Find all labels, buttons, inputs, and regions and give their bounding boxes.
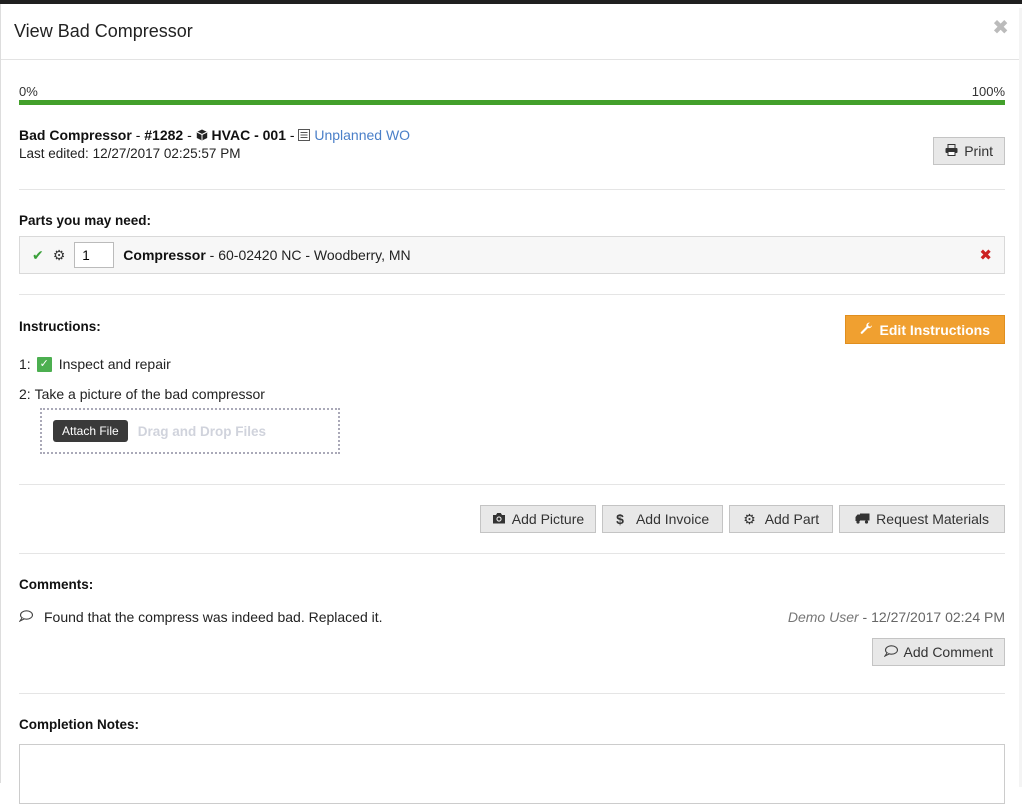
progress-labels: 0% 100% <box>19 80 1005 100</box>
edit-instructions-button[interactable]: Edit Instructions <box>844 315 1005 344</box>
request-materials-button[interactable]: Request Materials <box>839 505 1005 533</box>
wrench-icon <box>860 322 873 338</box>
close-icon[interactable]: ✖ <box>992 18 1009 38</box>
add-picture-button[interactable]: Add Picture <box>479 505 597 533</box>
add-invoice-button[interactable]: $ Add Invoice <box>602 505 724 533</box>
completion-notes-textarea[interactable] <box>19 744 1005 804</box>
comments-label: Comments: <box>19 577 94 592</box>
step-text: Take a picture of the bad compressor <box>34 386 265 402</box>
gear-icon: ⚙ <box>743 510 756 527</box>
parts-label: Parts you may need: <box>19 213 152 228</box>
add-part-button[interactable]: ⚙ Add Part <box>729 505 834 533</box>
progress-bar-fill <box>19 100 1005 105</box>
divider <box>19 484 1005 485</box>
print-icon <box>945 143 958 159</box>
drop-zone-text: Drag and Drop Files <box>137 423 266 439</box>
progress-bar <box>19 100 1005 105</box>
instructions-header: Instructions: Edit Instructions <box>19 315 1005 344</box>
comment-timestamp: 12/27/2017 02:24 PM <box>871 609 1005 625</box>
list-icon <box>298 127 314 143</box>
last-edited: Last edited: 12/27/2017 02:25:57 PM <box>19 146 241 161</box>
gear-icon[interactable]: ⚙ <box>53 247 66 264</box>
add-comment-button[interactable]: Add Comment <box>871 638 1005 666</box>
truck-icon <box>855 511 870 527</box>
modal-body: 0% 100% Bad Compressor - #1282 - HVAC - … <box>18 60 1005 804</box>
dollar-icon: $ <box>616 511 624 527</box>
completion-notes-label: Completion Notes: <box>19 717 139 732</box>
action-buttons: Add Picture $ Add Invoice ⚙ Add Part Req… <box>19 505 1005 533</box>
instruction-step: 2: Take a picture of the bad compressor <box>19 386 265 402</box>
comment-icon <box>18 609 34 625</box>
modal-header: View Bad Compressor ✖ <box>1 4 1022 60</box>
comment-meta: Demo User - 12/27/2017 02:24 PM <box>787 609 1005 625</box>
remove-icon[interactable]: ✖ <box>979 246 992 264</box>
comment-item: Found that the compress was indeed bad. … <box>18 606 1005 628</box>
divider <box>19 553 1005 554</box>
camera-icon <box>492 511 506 527</box>
part-name: Compressor - 60-02420 NC - Woodberry, MN <box>123 247 411 263</box>
cube-icon <box>196 127 212 143</box>
part-quantity-input[interactable] <box>74 242 115 268</box>
divider <box>19 294 1005 295</box>
part-row: ✔ ⚙ Compressor - 60-02420 NC - Woodberry… <box>19 236 1005 274</box>
divider <box>19 189 1005 190</box>
divider <box>19 693 1005 694</box>
work-order-name: Bad Compressor <box>19 127 132 143</box>
asset-name[interactable]: HVAC - 001 <box>212 127 286 143</box>
instruction-step: 1: ✓ Inspect and repair <box>19 356 171 372</box>
work-order-number: #1282 <box>144 127 184 143</box>
step-text: Inspect and repair <box>58 356 171 372</box>
comment-author: Demo User <box>787 609 859 625</box>
file-drop-zone[interactable]: Attach File Drag and Drop Files <box>40 408 340 454</box>
comment-icon <box>882 644 898 660</box>
print-button[interactable]: Print <box>933 137 1005 165</box>
comment-text: Found that the compress was indeed bad. … <box>44 609 383 625</box>
work-order-type-link[interactable]: Unplanned WO <box>314 127 410 143</box>
progress-max-label: 100% <box>971 84 1005 99</box>
check-icon[interactable]: ✔ <box>32 247 44 264</box>
modal-title: View Bad Compressor <box>14 21 193 41</box>
work-order-header: Bad Compressor - #1282 - HVAC - 001 - Un… <box>19 127 1005 175</box>
last-edited-timestamp: 12/27/2017 02:25:57 PM <box>92 146 241 161</box>
work-order-title: Bad Compressor - #1282 - HVAC - 001 - Un… <box>19 127 411 143</box>
progress-min-label: 0% <box>19 84 38 99</box>
view-work-order-modal: View Bad Compressor ✖ 0% 100% Bad Compre… <box>0 4 1022 804</box>
attach-file-button[interactable]: Attach File <box>53 420 128 442</box>
step-checkbox[interactable]: ✓ <box>36 356 52 372</box>
